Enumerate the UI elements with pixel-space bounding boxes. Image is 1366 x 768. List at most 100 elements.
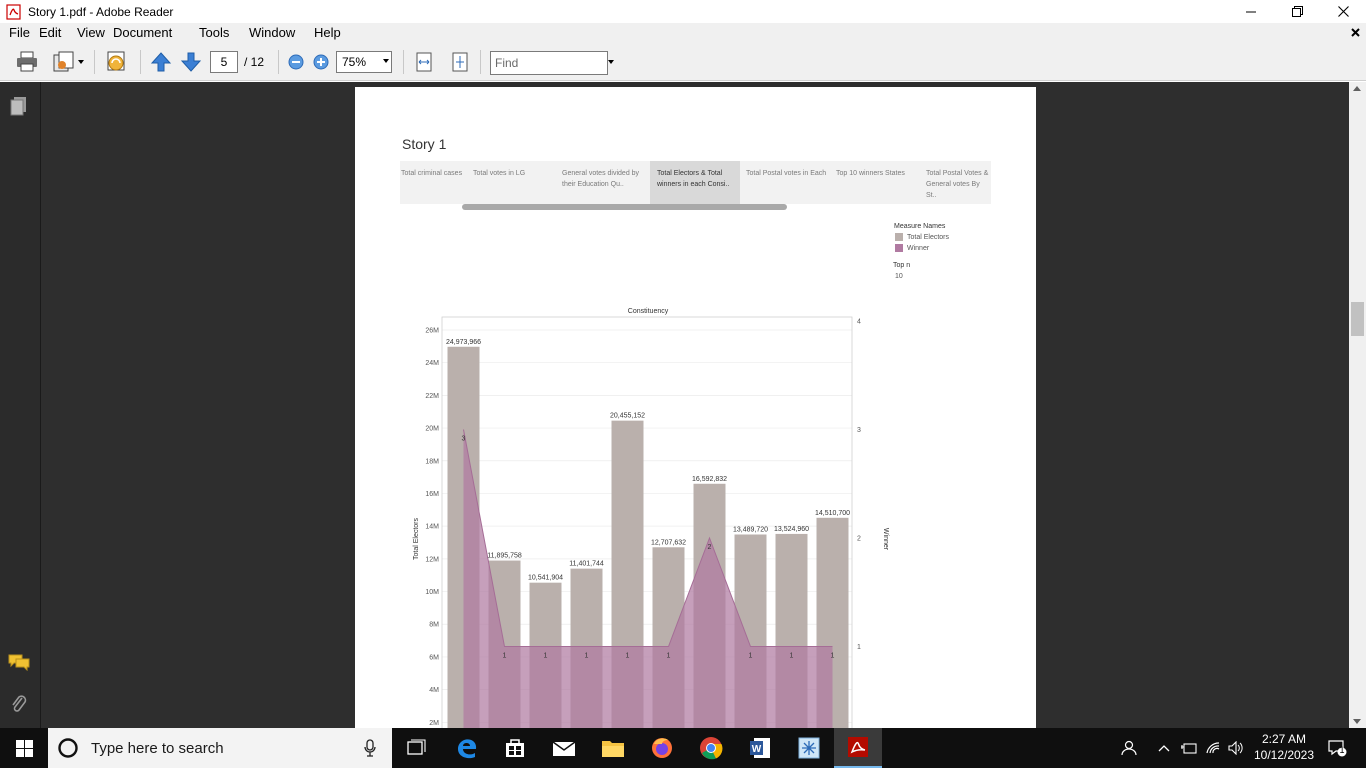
find-options-dropdown[interactable] (608, 60, 614, 64)
y-tick-label: 2M (429, 720, 439, 727)
winner-data-label: 1 (585, 653, 589, 660)
taskbar-chrome[interactable] (687, 728, 735, 768)
y-tick-label: 8M (429, 622, 439, 629)
electors-data-label: 16,592,832 (692, 476, 727, 483)
menu-tools[interactable]: Tools (191, 25, 237, 40)
firefox-icon (652, 738, 672, 758)
notification-count: 1 (1339, 745, 1345, 755)
minimize-icon (1246, 11, 1256, 12)
fit-width-button[interactable] (413, 50, 435, 74)
action-center-button[interactable]: 1 (1322, 728, 1352, 768)
microphone-icon[interactable] (364, 739, 376, 757)
taskbar-edge[interactable] (443, 728, 491, 768)
taskbar-adobe-reader[interactable] (834, 728, 882, 768)
clock-date: 10/12/2023 (1253, 748, 1315, 762)
create-pdf-button[interactable] (103, 50, 131, 74)
battery-button[interactable] (1178, 728, 1200, 768)
print-button[interactable] (14, 50, 40, 74)
close-document-button[interactable] (1351, 23, 1360, 40)
wifi-icon (1206, 742, 1220, 754)
zoom-level-select[interactable]: 75% (336, 51, 392, 73)
word-icon: W (750, 738, 770, 758)
zoom-out-button[interactable] (286, 50, 306, 74)
topn-parameter-value[interactable]: 10 (895, 273, 903, 280)
electors-data-label: 13,524,960 (774, 526, 809, 533)
scroll-down-icon[interactable] (1353, 719, 1361, 724)
zoom-in-icon (313, 54, 329, 70)
legend-label: Total Electors (907, 233, 950, 241)
close-icon (1337, 6, 1349, 17)
arrow-down-icon (180, 52, 202, 72)
electors-data-label: 13,489,720 (733, 526, 768, 533)
menu-help[interactable]: Help (306, 25, 349, 40)
story-tab-votes-lg[interactable]: Total votes in LG (472, 161, 560, 204)
vertical-scrollbar[interactable] (1349, 82, 1366, 728)
close-button[interactable] (1320, 0, 1366, 23)
pages-icon (10, 97, 26, 116)
arrow-up-icon (150, 52, 172, 72)
task-view-button[interactable] (392, 728, 440, 768)
y-tick-label: 6M (429, 654, 439, 661)
network-button[interactable] (1203, 728, 1225, 768)
taskbar-word[interactable]: W (736, 728, 784, 768)
legend-label: Winner (907, 244, 930, 252)
previous-page-button[interactable] (148, 50, 174, 74)
attachments-panel-button[interactable] (8, 693, 30, 715)
navigation-pane (0, 82, 41, 728)
show-hidden-icons-button[interactable] (1154, 728, 1174, 768)
story-title: Story 1 (402, 136, 447, 152)
comments-panel-button[interactable] (8, 651, 30, 673)
next-page-button[interactable] (178, 50, 204, 74)
scroll-up-icon[interactable] (1353, 86, 1361, 91)
taskbar-file-explorer[interactable] (589, 728, 637, 768)
y-tick-label: 20M (425, 426, 439, 433)
menu-edit[interactable]: Edit (31, 25, 69, 40)
menu-document[interactable]: Document (105, 25, 180, 40)
share-button[interactable] (50, 50, 86, 74)
taskbar-search-placeholder: Type here to search (91, 739, 224, 757)
clock-time: 2:27 AM (1261, 732, 1307, 746)
taskbar-snipping-tool[interactable] (785, 728, 833, 768)
y-tick-label: 10M (425, 589, 439, 596)
electors-winners-chart: Constituency 24,973,966 11,895,758 10,541,… (413, 308, 889, 764)
toolbar: 5 / 12 75% Find (0, 42, 1366, 81)
story-tab-education[interactable]: General votes divided by their Education… (561, 161, 650, 204)
taskbar-clock[interactable]: 2:27 AM 10/12/2023 (1244, 731, 1324, 763)
taskbar-mail[interactable] (540, 728, 588, 768)
page-total: / 12 (244, 55, 265, 69)
find-input[interactable]: Find (490, 51, 608, 75)
story-tab-label: Total votes in LG (473, 170, 526, 177)
taskbar-store[interactable] (491, 728, 539, 768)
zoom-in-button[interactable] (311, 50, 331, 74)
legend-swatch (895, 233, 903, 241)
restore-button[interactable] (1274, 0, 1320, 23)
story-tab-top-winners[interactable]: Top 10 winners States (830, 161, 920, 204)
start-button[interactable] (0, 728, 48, 768)
taskbar-search-box[interactable]: Type here to search (48, 728, 392, 768)
story-tab-postal-general[interactable]: Total Postal Votes & General votes By St… (920, 161, 991, 204)
story-tabs-scrollbar[interactable] (462, 204, 787, 210)
story-tab-postal-votes[interactable]: Total Postal votes in Each (740, 161, 830, 204)
minimize-button[interactable] (1228, 0, 1274, 23)
paperclip-icon (12, 695, 27, 712)
y-tick-label: 22M (425, 393, 439, 400)
legend-item-winner[interactable]: Winner (895, 244, 929, 252)
electors-data-label: 12,707,632 (651, 539, 686, 546)
legend-item-total-electors[interactable]: Total Electors (895, 233, 949, 241)
electors-data-label: 11,401,744 (569, 561, 604, 568)
menu-window[interactable]: Window (241, 25, 303, 40)
close-icon (1351, 28, 1360, 37)
page-number-input[interactable]: 5 (210, 51, 238, 73)
winner-data-label: 1 (831, 653, 835, 660)
taskbar-firefox[interactable] (638, 728, 686, 768)
people-button[interactable] (1118, 728, 1142, 768)
scroll-thumb[interactable] (1351, 302, 1364, 336)
story-tab-criminal-cases[interactable]: Total criminal cases (400, 161, 472, 204)
pages-panel-button[interactable] (8, 95, 30, 117)
fit-page-button[interactable] (449, 50, 471, 74)
story-tab-electors-winners[interactable]: Total Electors & Total winners in each C… (650, 161, 740, 204)
windows-taskbar: Type here to search W 2:27 AM 10/12/2023… (0, 728, 1366, 768)
sync-document-icon (107, 51, 125, 71)
volume-button[interactable] (1226, 728, 1246, 768)
pdf-page: Story 1 Total criminal cases Total votes… (355, 87, 1036, 764)
